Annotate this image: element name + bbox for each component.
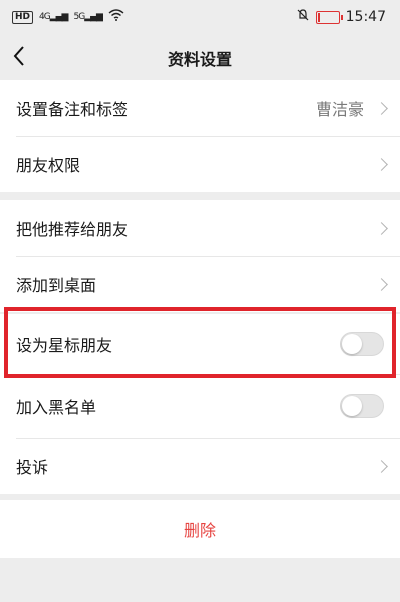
chevron-right-icon	[375, 221, 388, 235]
hd-badge: HD	[12, 10, 34, 24]
row-friend-permissions[interactable]: 朋友权限	[0, 136, 400, 192]
toggle-knob	[342, 396, 362, 416]
row-star-friend[interactable]: 设为星标朋友	[0, 314, 400, 374]
row-label: 把他推荐给朋友	[16, 220, 129, 239]
star-friend-toggle[interactable]	[340, 332, 384, 356]
row-label: 添加到桌面	[16, 276, 97, 295]
row-blacklist[interactable]: 加入黑名单	[0, 374, 400, 438]
chevron-right-icon	[375, 101, 388, 115]
mute-icon	[296, 8, 310, 26]
chevron-right-icon	[375, 459, 388, 473]
row-label: 投诉	[16, 458, 49, 477]
delete-button[interactable]: 删除	[0, 500, 400, 558]
chevron-right-icon	[375, 277, 388, 291]
signal-label-2: 5G	[73, 12, 85, 22]
status-bar-left: HD 4G▂▄▆ 5G▂▄▆	[12, 9, 124, 25]
row-add-to-desktop[interactable]: 添加到桌面	[0, 256, 400, 312]
group-share: 把他推荐给朋友 添加到桌面	[0, 200, 400, 312]
signal-label-1: 4G	[39, 12, 51, 22]
row-recommend-to-friend[interactable]: 把他推荐给朋友	[0, 200, 400, 256]
row-label: 朋友权限	[16, 156, 81, 175]
status-time: 15:47	[345, 9, 386, 25]
page-title: 资料设置	[167, 50, 232, 69]
row-label: 设为星标朋友	[16, 336, 113, 355]
status-bar-right: 15:47	[296, 8, 386, 26]
chevron-right-icon	[375, 157, 388, 171]
signal-icon: 4G▂▄▆	[39, 12, 68, 22]
battery-icon	[315, 10, 343, 24]
signal-icon-2: 5G▂▄▆	[73, 12, 102, 22]
nav-bar: 资料设置	[0, 36, 400, 76]
remark-value: 曹洁豪	[315, 100, 364, 119]
wifi-icon	[108, 9, 124, 25]
row-label: 设置备注和标签	[16, 100, 129, 119]
blacklist-toggle[interactable]	[340, 394, 384, 418]
battery-fill	[317, 12, 320, 22]
row-complain[interactable]: 投诉	[0, 438, 400, 494]
group-star-block: 设为星标朋友 加入黑名单 投诉	[0, 314, 400, 494]
group-remark-permissions: 设置备注和标签 曹洁豪 朋友权限	[0, 80, 400, 192]
status-bar: HD 4G▂▄▆ 5G▂▄▆ 15:47	[0, 0, 400, 36]
row-remark-tags[interactable]: 设置备注和标签 曹洁豪	[0, 80, 400, 136]
row-label: 加入黑名单	[16, 398, 97, 417]
toggle-knob	[342, 334, 362, 354]
